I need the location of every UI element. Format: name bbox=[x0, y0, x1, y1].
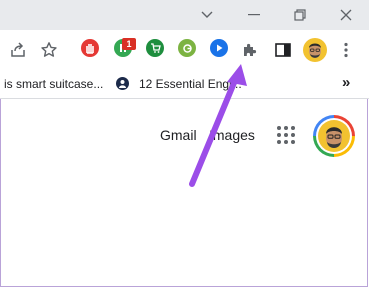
images-link[interactable]: Images bbox=[209, 127, 255, 143]
more-menu-icon bbox=[344, 42, 348, 58]
puzzle-extensions-icon bbox=[244, 43, 257, 56]
minimize-icon bbox=[248, 14, 260, 16]
google-account-avatar[interactable] bbox=[313, 115, 355, 157]
close-icon bbox=[340, 9, 352, 21]
play-extension-icon[interactable] bbox=[210, 39, 228, 57]
bookmark-item-english[interactable]: 12 Essential Engl... bbox=[139, 77, 242, 91]
adblock-extension-icon[interactable] bbox=[81, 39, 99, 57]
profile-button[interactable] bbox=[301, 36, 329, 64]
avatar bbox=[318, 120, 350, 152]
close-button[interactable] bbox=[323, 0, 369, 30]
title-bar bbox=[0, 0, 369, 30]
bookmark-star-button[interactable] bbox=[36, 37, 62, 63]
chevron-down-icon bbox=[201, 11, 213, 18]
shopping-extension-icon[interactable] bbox=[146, 39, 164, 57]
share-button[interactable] bbox=[5, 37, 31, 63]
more-menu-button[interactable] bbox=[333, 37, 359, 63]
tab-search-button[interactable] bbox=[184, 0, 230, 30]
bookmarks-bar: is smart suitcase... 12 Essential Engl..… bbox=[0, 70, 369, 99]
star-icon bbox=[41, 42, 57, 57]
restore-icon bbox=[294, 9, 306, 21]
restore-button[interactable] bbox=[277, 0, 323, 30]
extensions-button[interactable] bbox=[237, 37, 263, 63]
profile-avatar-icon bbox=[303, 38, 327, 62]
side-panel-button[interactable] bbox=[270, 37, 296, 63]
minimize-button[interactable] bbox=[231, 0, 277, 30]
grammar-extension-icon[interactable] bbox=[178, 39, 196, 57]
bookmark-item-suitcase[interactable]: is smart suitcase... bbox=[4, 77, 103, 91]
browser-toolbar bbox=[0, 30, 369, 70]
share-icon bbox=[11, 42, 25, 57]
google-apps-icon[interactable] bbox=[277, 126, 295, 144]
side-panel-icon bbox=[275, 43, 291, 57]
bookmarks-overflow-button[interactable]: » bbox=[342, 74, 350, 91]
bookmark-favicon-icon bbox=[116, 77, 129, 90]
gmail-link[interactable]: Gmail bbox=[160, 127, 197, 143]
extension-badge: 1 bbox=[122, 38, 136, 50]
